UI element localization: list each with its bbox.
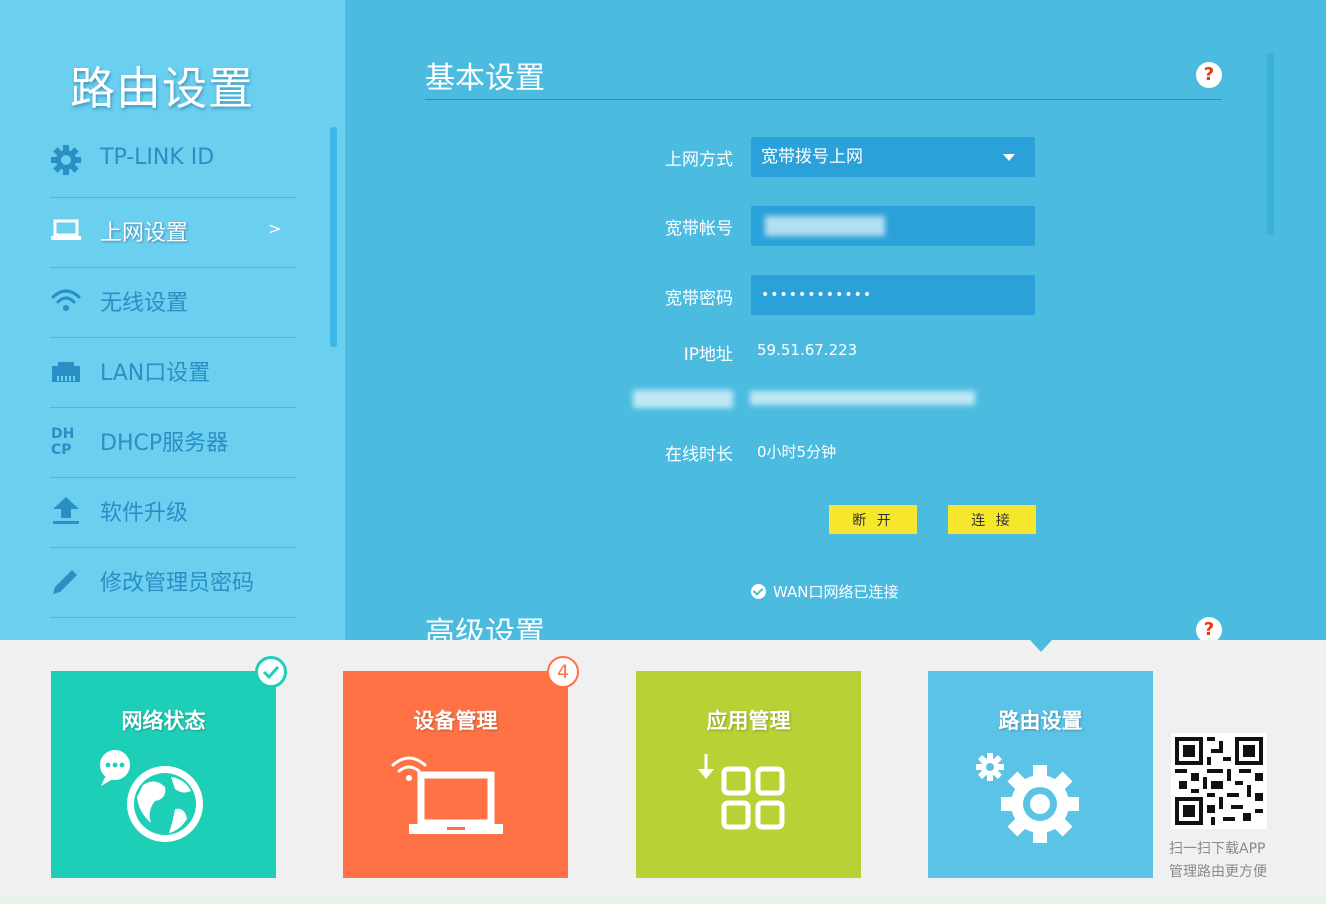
ethernet-port-icon — [50, 354, 82, 386]
account-input[interactable] — [751, 206, 1035, 246]
sidebar-item-dhcp[interactable]: DH CP DHCP服务器 — [50, 407, 296, 478]
sidebar-scrollbar[interactable] — [330, 127, 337, 347]
basic-settings-title: 基本设置 — [425, 61, 545, 96]
tile-network-status[interactable]: 网络状态 — [51, 656, 287, 878]
help-icon[interactable]: ? — [1196, 62, 1222, 88]
pencil-icon — [50, 564, 82, 596]
wan-status: WAN口网络已连接 — [751, 581, 899, 602]
tile-router-settings[interactable]: 路由设置 — [928, 671, 1153, 878]
connection-type-select[interactable]: 宽带拨号上网 — [751, 137, 1035, 177]
sidebar-item-lan[interactable]: LAN口设置 — [50, 337, 296, 408]
active-tile-pointer — [1030, 640, 1052, 652]
tile-label: 网络状态 — [121, 709, 206, 733]
sidebar-item-label: 修改管理员密码 — [100, 571, 255, 596]
footer-strip — [0, 897, 1326, 904]
chevron-down-icon — [1003, 154, 1015, 161]
laptop-wifi-icon — [343, 749, 568, 859]
sidebar-item-label: LAN口设置 — [100, 361, 211, 386]
globe-icon — [51, 749, 276, 859]
account-label: 宽带帐号 — [665, 219, 733, 239]
main-scrollbar[interactable] — [1267, 53, 1274, 235]
sidebar-item-admin-password[interactable]: 修改管理员密码 — [50, 547, 296, 618]
sidebar-item-upgrade[interactable]: 软件升级 — [50, 477, 296, 548]
sidebar-title: 路由设置 — [70, 62, 255, 115]
status-ok-badge — [255, 656, 287, 688]
connection-type-label: 上网方式 — [665, 150, 733, 170]
wifi-icon — [50, 284, 82, 316]
apps-grid-icon — [636, 749, 861, 859]
password-input[interactable]: •••••••••••• — [751, 275, 1035, 315]
connect-button[interactable]: 连 接 — [948, 505, 1036, 534]
gears-icon — [928, 749, 1153, 859]
help-icon[interactable]: ? — [1196, 617, 1222, 640]
sidebar-item-label: DHCP服务器 — [100, 431, 229, 456]
svg-text:DH: DH — [51, 426, 74, 442]
redacted-label — [633, 390, 733, 408]
redacted-value — [750, 391, 975, 405]
ip-value: 59.51.67.223 — [757, 341, 858, 359]
password-value: •••••••••••• — [761, 287, 873, 303]
sidebar-item-tplink-id[interactable]: TP-LINK ID — [50, 127, 296, 198]
tile-app-management[interactable]: 应用管理 — [636, 671, 861, 878]
tile-label: 设备管理 — [413, 709, 498, 733]
redacted-text — [765, 216, 885, 236]
chevron-right-icon: > — [268, 219, 282, 238]
laptop-icon — [50, 214, 82, 246]
tile-label: 应用管理 — [706, 709, 791, 733]
advanced-settings-title: 高级设置 — [425, 616, 545, 640]
qr-caption-line1: 扫一扫下载APP — [1169, 841, 1266, 857]
router-settings-panel: 路由设置 TP-LINK ID 上网设置 > 无线设置 LAN口设置 DH CP… — [0, 0, 1326, 640]
section-divider — [425, 99, 1222, 100]
sidebar-item-wireless[interactable]: 无线设置 — [50, 267, 296, 338]
sidebar: 路由设置 TP-LINK ID 上网设置 > 无线设置 LAN口设置 DH CP… — [0, 0, 345, 640]
device-count-badge: 4 — [547, 656, 579, 688]
dhcp-icon: DH CP — [50, 424, 82, 458]
uptime-label: 在线时长 — [665, 445, 733, 465]
sidebar-item-label: TP-LINK ID — [100, 145, 215, 170]
disconnect-button[interactable]: 断 开 — [829, 505, 917, 534]
gear-icon — [50, 144, 82, 176]
tile-label: 路由设置 — [998, 709, 1083, 733]
password-label: 宽带密码 — [665, 289, 733, 309]
uptime-value: 0小时5分钟 — [757, 443, 837, 461]
main-panel: 基本设置 ? 上网方式 宽带拨号上网 宽带帐号 宽带密码 •••••••••••… — [345, 0, 1326, 640]
upload-icon — [50, 494, 82, 526]
sidebar-item-label: 上网设置 — [100, 221, 189, 246]
wan-status-text: WAN口网络已连接 — [773, 583, 899, 601]
svg-text:CP: CP — [51, 442, 72, 456]
qr-code-image — [1171, 733, 1267, 829]
check-icon — [262, 665, 280, 680]
qr-caption-line2: 管理路由更方便 — [1169, 864, 1267, 880]
connection-type-value: 宽带拨号上网 — [761, 147, 863, 167]
ip-label: IP地址 — [683, 345, 733, 365]
sidebar-item-label: 无线设置 — [100, 291, 189, 316]
sidebar-item-internet[interactable]: 上网设置 > — [50, 197, 296, 268]
tile-device-management[interactable]: 设备管理 4 — [343, 656, 579, 878]
check-circle-icon — [751, 584, 766, 599]
sidebar-item-label: 软件升级 — [100, 501, 189, 526]
